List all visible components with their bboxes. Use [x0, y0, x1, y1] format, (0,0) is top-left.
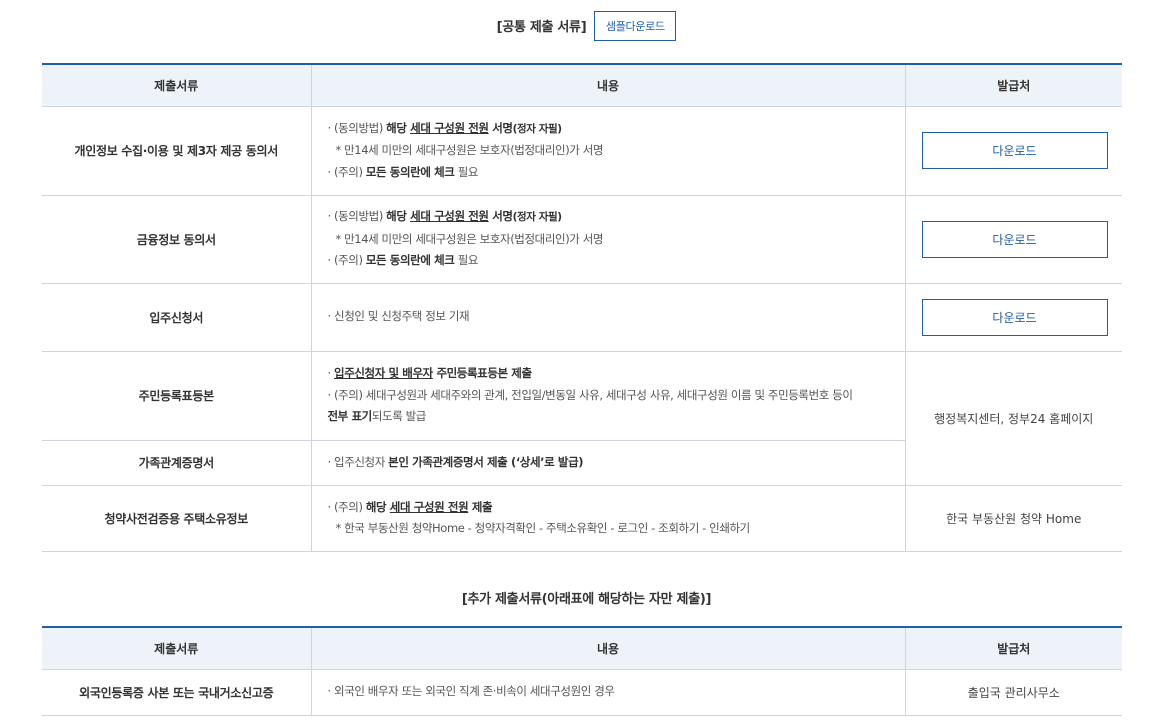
content-line: · (주의) 모든 동의란에 체크 필요 — [327, 164, 479, 179]
doc-name: 주민등록표등본 — [42, 351, 311, 441]
column-header-doc: 제출서류 — [42, 626, 311, 670]
download-button-financial[interactable]: 다운로드 — [921, 220, 1108, 258]
doc-content: · 입주신청자 및 배우자 주민등록표등본 제출 · (주의) 세대구성원과 세… — [310, 351, 905, 441]
doc-content: · 외국인 배우자 또는 외국인 직계 존·비속이 세대구성원인 경우 — [310, 669, 905, 716]
content-line: · (동의방법) 해당 세대 구성원 전원 서명(정자 자필) — [327, 209, 563, 224]
doc-content: · (동의방법) 해당 세대 구성원 전원 서명(정자 자필) * 만14세 미… — [310, 195, 905, 284]
content-line: · 외국인 배우자 또는 외국인 직계 존·비속이 세대구성원인 경우 — [327, 684, 615, 699]
additional-docs-table: 제출서류 내용 발급처 외국인등록증 사본 또는 국내거소신고증 · 외국인 배… — [42, 626, 1122, 716]
issuer-name: 행정복지센터, 정부24 홈페이지 — [904, 351, 1122, 486]
table-row: 주민등록표등본 · 입주신청자 및 배우자 주민등록표등본 제출 · (주의) … — [42, 351, 1122, 486]
doc-name: 금융정보 동의서 — [42, 195, 311, 284]
additional-docs-header: [추가 제출서류(아래표에 해당하는 자만 제출)] — [0, 585, 1173, 609]
issuer-name: 출입국 관리사무소 — [904, 669, 1122, 716]
doc-name: 입주신청서 — [42, 283, 311, 352]
column-header-content: 내용 — [310, 626, 905, 670]
table-row: 금융정보 동의서 · (동의방법) 해당 세대 구성원 전원 서명(정자 자필)… — [42, 195, 1122, 284]
column-header-issuer: 발급처 — [904, 626, 1122, 670]
doc-name: 개인정보 수집·이용 및 제3자 제공 동의서 — [42, 106, 311, 196]
content-line: · 입주신청자 본인 가족관계증명서 제출 (‘상세’로 발급) — [327, 454, 584, 469]
table-row: 개인정보 수집·이용 및 제3자 제공 동의서 · (동의방법) 해당 세대 구… — [42, 106, 1122, 196]
table-header-row: 제출서류 내용 발급처 — [42, 626, 1122, 670]
content-line: · (주의) 해당 세대 구성원 전원 제출 — [327, 499, 493, 514]
issuer-cell: 다운로드 — [904, 106, 1122, 196]
doc-content: · 신청인 및 신청주택 정보 기재 — [310, 283, 905, 352]
content-note: * 한국 부동산원 청약Home - 청약자격확인 - 주택소유확인 - 로그인… — [335, 521, 751, 535]
content-line: · 신청인 및 신청주택 정보 기재 — [327, 309, 470, 324]
issuer-cell: 다운로드 — [904, 195, 1122, 284]
doc-name: 외국인등록증 사본 또는 국내거소신고증 — [42, 669, 311, 716]
content-note: * 만14세 미만의 세대구성원은 보호자(법정대리인)가 서명 — [335, 143, 604, 158]
common-docs-title: [공통 제출 서류] — [496, 20, 587, 35]
table-row: 외국인등록증 사본 또는 국내거소신고증 · 외국인 배우자 또는 외국인 직계… — [42, 669, 1122, 716]
content-line: 전부 표기되도록 발급 — [327, 409, 427, 424]
content-line: · 입주신청자 및 배우자 주민등록표등본 제출 — [327, 366, 533, 381]
column-header-doc: 제출서류 — [42, 63, 311, 107]
common-docs-header: [공통 제출 서류] 샘플다운로드 — [0, 10, 1173, 41]
content-line: · (주의) 모든 동의란에 체크 필요 — [327, 253, 479, 268]
table-row: 입주신청서 · 신청인 및 신청주택 정보 기재 다운로드 — [42, 283, 1122, 352]
download-button-application[interactable]: 다운로드 — [921, 298, 1108, 336]
issuer-cell: 다운로드 — [904, 283, 1122, 352]
sample-download-button[interactable]: 샘플다운로드 — [594, 10, 677, 41]
common-docs-table: 제출서류 내용 발급처 개인정보 수집·이용 및 제3자 제공 동의서 · (동… — [42, 63, 1122, 552]
issuer-name: 한국 부동산원 청약 Home — [904, 485, 1122, 552]
doc-content: · 입주신청자 본인 가족관계증명서 제출 (‘상세’로 발급) — [310, 440, 905, 486]
content-line: · (주의) 세대구성원과 세대주와의 관계, 전입일/변동일 사유, 세대구성… — [327, 387, 853, 402]
doc-content: · (주의) 해당 세대 구성원 전원 제출 * 한국 부동산원 청약Home … — [310, 485, 905, 552]
column-header-content: 내용 — [310, 63, 905, 107]
table-row: 청약사전검증용 주택소유정보 · (주의) 해당 세대 구성원 전원 제출 * … — [42, 485, 1122, 552]
download-button-consent[interactable]: 다운로드 — [921, 132, 1108, 169]
content-note: * 만14세 미만의 세대구성원은 보호자(법정대리인)가 서명 — [335, 231, 604, 246]
doc-content: · (동의방법) 해당 세대 구성원 전원 서명(정자 자필) * 만14세 미… — [310, 106, 905, 196]
doc-name: 청약사전검증용 주택소유정보 — [42, 485, 311, 552]
additional-docs-title: [추가 제출서류(아래표에 해당하는 자만 제출)] — [461, 591, 712, 607]
content-line: · (동의방법) 해당 세대 구성원 전원 서명(정자 자필) — [327, 120, 563, 135]
column-header-issuer: 발급처 — [904, 63, 1122, 107]
table-header-row: 제출서류 내용 발급처 — [42, 63, 1122, 107]
doc-name: 가족관계증명서 — [42, 440, 311, 486]
